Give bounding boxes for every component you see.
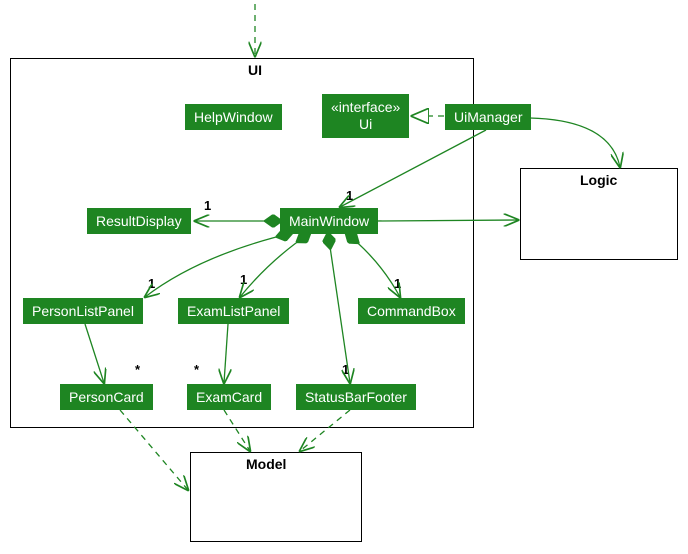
package-model-label: Model xyxy=(246,456,286,472)
class-exam-card: ExamCard xyxy=(187,384,271,410)
class-result-display: ResultDisplay xyxy=(87,208,191,234)
class-status-bar-footer: StatusBarFooter xyxy=(296,384,416,410)
class-command-box: CommandBox xyxy=(358,298,465,324)
class-ui-manager: UiManager xyxy=(445,104,531,130)
class-person-card: PersonCard xyxy=(60,384,153,410)
mult-mainwindow: 1 xyxy=(346,188,353,203)
package-ui-label: UI xyxy=(248,62,262,78)
class-help-window: HelpWindow xyxy=(185,104,282,130)
mult-commandbox: 1 xyxy=(394,276,401,291)
mult-examlistpanel: 1 xyxy=(240,272,247,287)
mult-resultdisplay: 1 xyxy=(204,198,211,213)
class-main-window: MainWindow xyxy=(280,208,378,234)
interface-name: Ui xyxy=(331,116,400,133)
mult-statusbar: 1 xyxy=(342,362,349,377)
class-exam-list-panel: ExamListPanel xyxy=(178,298,289,324)
mult-personlistpanel: 1 xyxy=(148,276,155,291)
mult-personcard: * xyxy=(135,362,140,377)
package-logic-label: Logic xyxy=(580,172,617,188)
stereotype-label: «interface» xyxy=(331,99,400,116)
class-person-list-panel: PersonListPanel xyxy=(23,298,143,324)
class-ui-interface: «interface» Ui xyxy=(322,94,409,138)
mult-examcard: * xyxy=(194,362,199,377)
